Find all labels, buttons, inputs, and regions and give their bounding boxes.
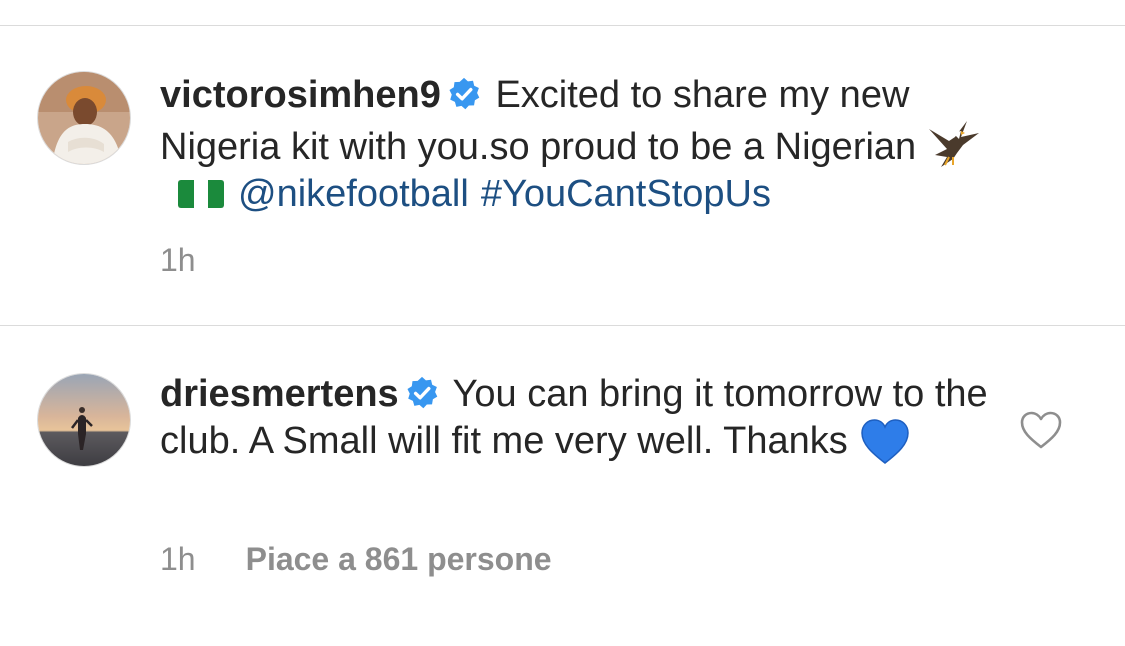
verified-badge-icon bbox=[407, 376, 437, 409]
comment-item: victorosimhen9 Excited to share my new N… bbox=[0, 26, 1125, 325]
heart-outline-icon[interactable] bbox=[1019, 410, 1063, 450]
comment-body: victorosimhen9 Excited to share my new N… bbox=[160, 72, 1020, 218]
comment-item: driesmertens You can bring it tomorrow t… bbox=[0, 326, 1125, 646]
mention-link[interactable]: @nikefootball bbox=[238, 173, 469, 215]
verified-badge-icon bbox=[449, 77, 480, 110]
username[interactable]: driesmertens bbox=[160, 373, 399, 415]
avatar[interactable] bbox=[37, 71, 131, 165]
timestamp: 1h bbox=[160, 242, 196, 278]
avatar[interactable] bbox=[37, 373, 131, 467]
comment-body: driesmertens You can bring it tomorrow t… bbox=[160, 371, 990, 465]
blue-heart-icon bbox=[860, 419, 909, 464]
nigeria-flag-icon bbox=[178, 180, 224, 208]
eagle-icon bbox=[928, 121, 979, 167]
timestamp: 1h bbox=[160, 541, 196, 577]
comment-meta: 1h bbox=[160, 242, 196, 278]
username[interactable]: victorosimhen9 bbox=[160, 74, 441, 116]
comment-meta: 1h Piace a 861 persone bbox=[160, 541, 552, 577]
likes-count[interactable]: Piace a 861 persone bbox=[246, 541, 552, 577]
hashtag-link[interactable]: #YouCantStopUs bbox=[481, 173, 771, 215]
